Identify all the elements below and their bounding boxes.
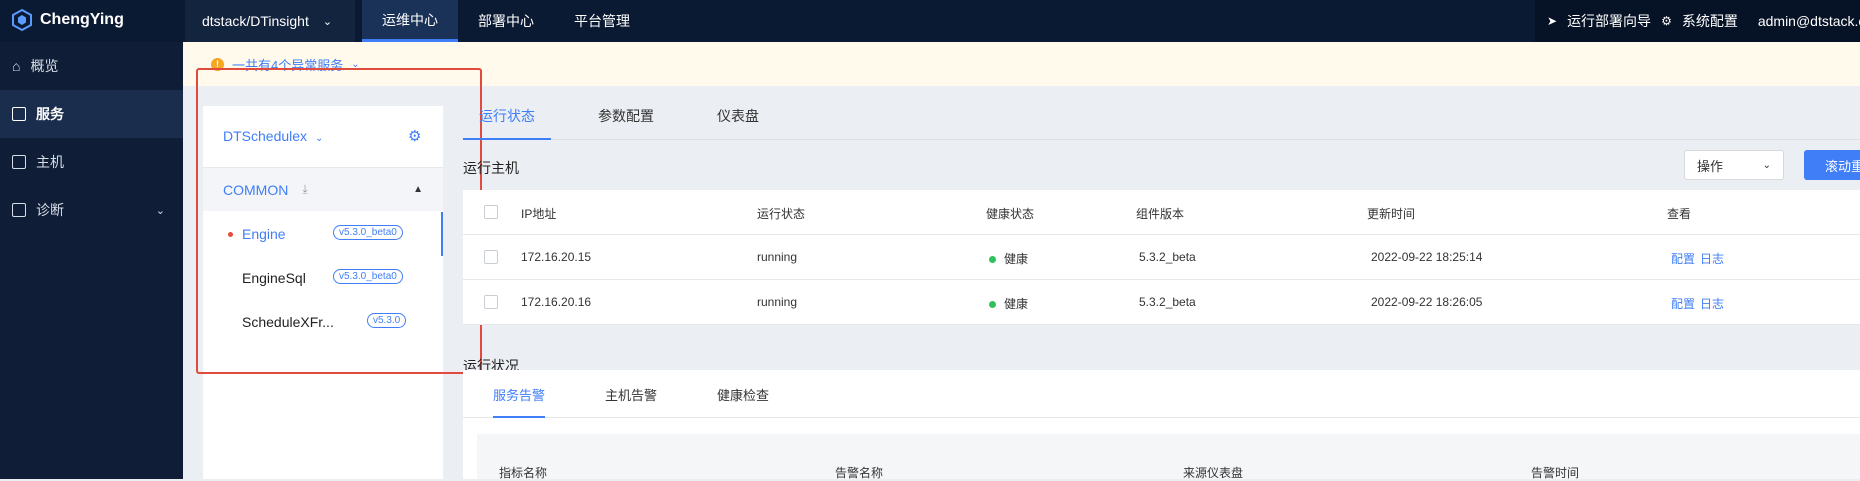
gear-icon: ⚙ bbox=[1661, 14, 1672, 28]
operation-select[interactable]: 操作 ⌄ bbox=[1684, 150, 1784, 180]
column-header: 告警名称 bbox=[835, 466, 884, 480]
ip-cell: 172.16.20.16 bbox=[521, 295, 592, 309]
hosts-title: 运行主机 bbox=[463, 160, 519, 176]
tab-running-status[interactable]: 运行状态 bbox=[463, 106, 551, 140]
tab-health-check[interactable]: 健康检查 bbox=[717, 385, 769, 418]
chevron-down-icon: ⌄ bbox=[155, 204, 165, 217]
status-cell: running bbox=[757, 295, 798, 309]
version-cell: 5.3.2_beta bbox=[1139, 295, 1196, 309]
health-cell: 健康 bbox=[989, 295, 1028, 312]
system-config-link[interactable]: 系统配置 bbox=[1682, 11, 1738, 31]
diagnose-icon bbox=[12, 203, 26, 217]
table-header: IP地址 运行状态 健康状态 组件版本 更新时间 查看 bbox=[463, 190, 1860, 235]
home-icon: ⌂ bbox=[12, 58, 21, 74]
log-link[interactable]: 日志 bbox=[1700, 250, 1724, 267]
sidebar-item-label: 服务 bbox=[36, 106, 64, 122]
select-value: 操作 bbox=[1697, 158, 1724, 174]
sidebar-item-service[interactable]: 服务 bbox=[0, 90, 183, 138]
select-all-checkbox[interactable] bbox=[484, 205, 498, 219]
health-cell: 健康 bbox=[989, 250, 1028, 267]
column-header: IP地址 bbox=[521, 207, 557, 221]
user-menu[interactable]: admin@dtstack.c bbox=[1758, 13, 1860, 29]
healthy-dot bbox=[989, 256, 996, 264]
nav-ops-center[interactable]: 运维中心 bbox=[362, 0, 458, 42]
sidebar-item-diagnose[interactable]: 诊断 ⌄ bbox=[0, 186, 183, 234]
alarm-tabs: 服务告警 主机告警 健康检查 bbox=[463, 370, 1860, 418]
highlight-box bbox=[196, 68, 482, 374]
status-panel: 服务告警 主机告警 健康检查 指标名称 告警名称 来源仪表盘 告警时间 bbox=[463, 370, 1860, 480]
rolling-restart-button[interactable]: 滚动重 bbox=[1804, 150, 1860, 180]
updated-cell: 2022-09-22 18:26:05 bbox=[1371, 295, 1483, 309]
column-header: 更新时间 bbox=[1367, 207, 1416, 221]
column-header: 告警时间 bbox=[1531, 466, 1580, 480]
topbar-right: ➤ 运行部署向导 ⚙ 系统配置 admin@dtstack.c bbox=[1535, 0, 1860, 42]
tab-label: 参数配置 bbox=[598, 108, 654, 124]
nav-platform-admin[interactable]: 平台管理 bbox=[574, 0, 630, 42]
health-label: 健康 bbox=[1004, 252, 1029, 266]
health-label: 健康 bbox=[1004, 297, 1029, 311]
sidebar-item-label: 诊断 bbox=[36, 202, 64, 218]
chengying-logo-icon bbox=[12, 8, 32, 32]
config-link[interactable]: 配置 bbox=[1671, 295, 1695, 312]
host-icon bbox=[12, 155, 26, 169]
chevron-down-icon: ⌄ bbox=[1762, 159, 1771, 171]
tab-label: 健康检查 bbox=[717, 388, 770, 403]
log-link[interactable]: 日志 bbox=[1700, 295, 1724, 312]
main-content: 运行状态 参数配置 仪表盘 运行主机 操作 ⌄ 滚动重 IP地址 运行状态 健康… bbox=[463, 86, 1860, 480]
tab-label: 服务告警 bbox=[493, 388, 546, 403]
status-cell: running bbox=[757, 250, 798, 264]
rocket-icon: ➤ bbox=[1547, 14, 1558, 28]
sidebar-item-label: 概览 bbox=[30, 58, 59, 74]
column-header: 运行状态 bbox=[757, 207, 806, 221]
deploy-guide-link[interactable]: 运行部署向导 bbox=[1567, 11, 1651, 31]
tab-label: 仪表盘 bbox=[717, 108, 759, 124]
column-header: 健康状态 bbox=[986, 207, 1035, 221]
sidebar: ⌂ 概览 服务 主机 诊断 ⌄ bbox=[0, 42, 183, 479]
tab-dashboard[interactable]: 仪表盘 bbox=[717, 106, 759, 140]
host-table: IP地址 运行状态 健康状态 组件版本 更新时间 查看 172.16.20.15… bbox=[463, 190, 1860, 325]
column-header: 查看 bbox=[1667, 207, 1692, 221]
chevron-down-icon: ⌄ bbox=[322, 15, 333, 28]
service-tabs: 运行状态 参数配置 仪表盘 bbox=[463, 106, 1860, 140]
table-row: 172.16.20.15 running 健康 5.3.2_beta 2022-… bbox=[463, 235, 1860, 280]
ip-cell: 172.16.20.15 bbox=[521, 250, 592, 264]
tab-label: 主机告警 bbox=[605, 388, 658, 403]
project-name: dtstack/DTinsight bbox=[202, 13, 309, 29]
sidebar-item-host[interactable]: 主机 bbox=[0, 138, 183, 186]
healthy-dot bbox=[989, 301, 996, 309]
column-header: 组件版本 bbox=[1136, 207, 1185, 221]
alarm-table-header: 指标名称 告警名称 来源仪表盘 告警时间 bbox=[477, 434, 1860, 480]
sidebar-item-overview[interactable]: ⌂ 概览 bbox=[0, 42, 183, 90]
nav-deploy-center[interactable]: 部署中心 bbox=[478, 0, 534, 42]
tab-label: 运行状态 bbox=[479, 108, 535, 124]
nav-label: 部署中心 bbox=[478, 13, 534, 29]
service-icon bbox=[12, 107, 26, 121]
column-header: 来源仪表盘 bbox=[1183, 466, 1244, 480]
updated-cell: 2022-09-22 18:25:14 bbox=[1371, 250, 1483, 264]
project-selector[interactable]: dtstack/DTinsight ⌄ bbox=[185, 0, 355, 42]
nav-label: 平台管理 bbox=[574, 13, 630, 29]
tab-param-config[interactable]: 参数配置 bbox=[598, 106, 654, 140]
brand-name: ChengYing bbox=[40, 11, 124, 28]
nav-label: 运维中心 bbox=[382, 11, 438, 28]
tab-host-alarm[interactable]: 主机告警 bbox=[605, 385, 657, 418]
row-checkbox[interactable] bbox=[484, 295, 498, 309]
column-header: 指标名称 bbox=[499, 466, 548, 480]
config-link[interactable]: 配置 bbox=[1671, 250, 1695, 267]
table-row: 172.16.20.16 running 健康 5.3.2_beta 2022-… bbox=[463, 280, 1860, 325]
row-checkbox[interactable] bbox=[484, 250, 498, 264]
sidebar-item-label: 主机 bbox=[36, 154, 64, 170]
version-cell: 5.3.2_beta bbox=[1139, 250, 1196, 264]
tab-service-alarm[interactable]: 服务告警 bbox=[493, 385, 546, 418]
top-navbar: ChengYing dtstack/DTinsight ⌄ 运维中心 部署中心 … bbox=[0, 0, 1860, 42]
brand-logo[interactable]: ChengYing bbox=[10, 8, 124, 32]
